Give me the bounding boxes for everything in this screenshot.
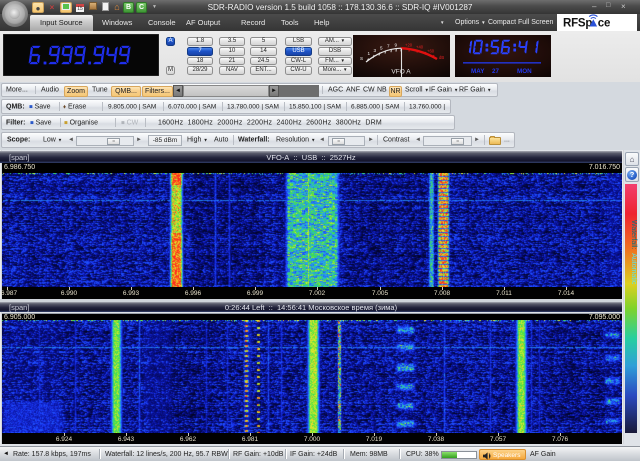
svg-text:1: 1 — [368, 51, 371, 56]
svg-text:7: 7 — [387, 44, 390, 49]
svg-text:3: 3 — [374, 48, 377, 53]
svg-text:S: S — [360, 56, 363, 61]
svg-text:27: 27 — [492, 68, 500, 75]
svg-text:VFO A: VFO A — [391, 69, 411, 76]
svg-text:dB: dB — [439, 55, 444, 60]
svg-text:+60: +60 — [427, 49, 435, 54]
svg-text:ce: ce — [598, 18, 610, 30]
svg-text:MAY: MAY — [471, 68, 485, 75]
svg-text:5: 5 — [380, 46, 383, 51]
svg-text:9: 9 — [395, 43, 398, 48]
svg-text:RFSp: RFSp — [563, 18, 592, 30]
svg-text:MON: MON — [517, 68, 532, 75]
svg-text:+40: +40 — [416, 45, 424, 50]
svg-text:+20: +20 — [405, 43, 413, 48]
